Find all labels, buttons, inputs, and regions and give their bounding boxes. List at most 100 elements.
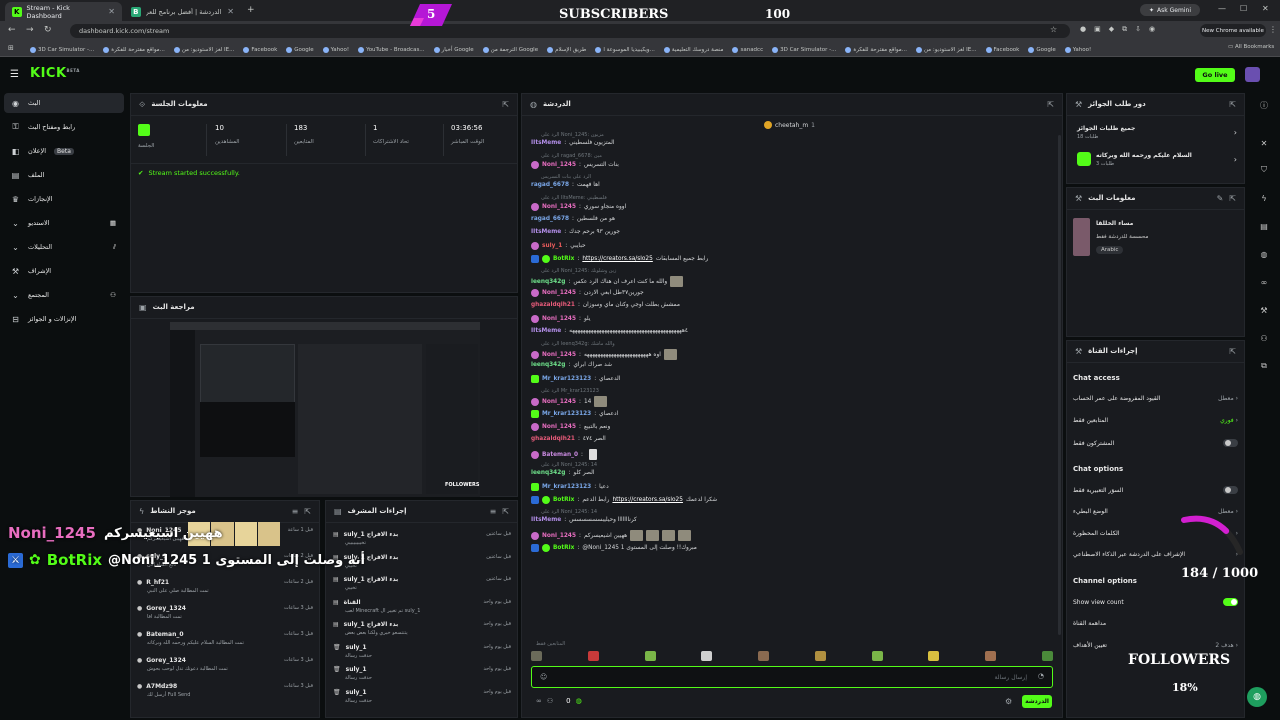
chat-message[interactable]: Noni_1245:14 bbox=[531, 396, 608, 407]
wrench-icon[interactable]: ⚒ bbox=[1256, 302, 1272, 318]
emote-picker-item[interactable] bbox=[644, 651, 656, 661]
account-age-row[interactable]: القيود المفروضة على عمر الحساب معطل › bbox=[1073, 395, 1238, 402]
bookmark-item[interactable]: منصة دروسك التعليمية bbox=[663, 44, 723, 55]
filter-icon[interactable]: ≡ bbox=[292, 507, 299, 516]
popout-icon[interactable]: ⇱ bbox=[304, 507, 311, 516]
chat-message[interactable]: Mr_krar123123: دعيا bbox=[531, 483, 609, 491]
bookmark-item[interactable]: لغز الاستوديو: من IE... bbox=[915, 44, 977, 55]
bookmark-item[interactable]: ويكيبيديا الموسوعة ا... bbox=[595, 44, 655, 55]
chat-username[interactable]: IItsMeme bbox=[531, 140, 561, 146]
bookmark-item[interactable]: Facebook bbox=[243, 44, 277, 55]
emote-picker-item[interactable] bbox=[1041, 651, 1053, 661]
chat-message[interactable]: IItsMeme: كرنااااااا وحيليبسسسسسس bbox=[531, 517, 637, 523]
chat-username[interactable]: leenq342g bbox=[531, 279, 565, 285]
lightning-icon[interactable]: ϟ bbox=[1256, 190, 1272, 206]
chat-username[interactable]: IItsMeme bbox=[531, 517, 561, 523]
chat-username[interactable]: Noni_1245 bbox=[542, 290, 576, 296]
chat-username[interactable]: Mr_krar123123 bbox=[542, 484, 591, 490]
bookmark-item[interactable]: 3D Car Simulator -... bbox=[30, 44, 94, 55]
view-count-toggle[interactable] bbox=[1223, 598, 1238, 606]
chat-message[interactable]: leenq342g: والله ما كنت اعرف ان هناك الرد… bbox=[531, 276, 684, 287]
extension-icon[interactable]: ▣ bbox=[1094, 25, 1101, 34]
filter-icon[interactable]: ≡ bbox=[490, 507, 497, 516]
bookmark-item[interactable]: طريق الإسلام bbox=[547, 44, 586, 55]
chat-username[interactable]: ghazaldqih21 bbox=[531, 302, 575, 308]
popout-icon[interactable]: ⇱ bbox=[502, 507, 509, 516]
followers-only-row[interactable]: المتابعين فقط فوري › bbox=[1073, 417, 1238, 424]
back-icon[interactable]: ← bbox=[8, 25, 16, 35]
refresh-icon[interactable]: ◍ bbox=[576, 697, 582, 705]
chat-message[interactable]: leenq342g: الصر كلو bbox=[531, 470, 594, 476]
popout-icon[interactable]: ⇱ bbox=[1047, 100, 1054, 109]
reply-reference[interactable]: الرد على Noni_1245: مزيون bbox=[541, 132, 604, 138]
chat-username[interactable]: IItsMeme bbox=[531, 328, 561, 334]
chat-message[interactable]: IItsMeme: جورين ٩٣ برحم جدك bbox=[531, 229, 620, 235]
bookmark-item[interactable]: Yahoo! bbox=[322, 44, 349, 55]
bookmark-item[interactable]: 3D Car Simulator -... bbox=[772, 44, 836, 55]
reply-reference[interactable]: الرد على Mr_krar123123 bbox=[541, 388, 599, 394]
chat-message[interactable]: Mr_krar123123: الدعصاي bbox=[531, 375, 620, 383]
chat-message[interactable]: IItsMeme:٤هههههههههههههههههههههههههههههه… bbox=[531, 328, 688, 334]
mod-action-row[interactable]: ▤ suly_1 بدء الافراج تخييي قبل ساعتين bbox=[333, 576, 511, 591]
subscribers-only-toggle[interactable] bbox=[1223, 439, 1238, 447]
chat-message[interactable]: Noni_1245: ههيين اشيعيسركم bbox=[531, 530, 692, 541]
close-window-icon[interactable]: ✕ bbox=[1262, 4, 1269, 13]
chat-message[interactable]: ghazaldqih21: الصر ٤٧٤ bbox=[531, 436, 606, 442]
avatar[interactable] bbox=[1245, 67, 1260, 82]
bookmark-item[interactable]: مواقع مقترحة للفكرة... bbox=[103, 44, 165, 55]
reload-icon[interactable]: ↻ bbox=[44, 25, 52, 35]
list-icon[interactable]: ▤ bbox=[1256, 218, 1272, 234]
bookmark-item[interactable]: Yahoo! bbox=[1064, 44, 1091, 55]
close-panel-icon[interactable]: ✕ bbox=[1256, 135, 1272, 151]
chrome-menu-icon[interactable]: ⋮ bbox=[1269, 25, 1277, 34]
chat-message[interactable]: BotRix: @Noni_1245 مبروك!! وصلت إلى المست… bbox=[531, 544, 697, 552]
bookmark-item[interactable]: sanadcc bbox=[732, 44, 763, 55]
bookmark-item[interactable]: مواقع مقترحة للفكرة... bbox=[845, 44, 907, 55]
popout-icon[interactable]: ⇱ bbox=[502, 100, 509, 109]
sidebar-item-studio[interactable]: ⌄ الاستديو ▦ bbox=[4, 213, 124, 233]
sidebar-item-achievements[interactable]: ♛ الإنجازات bbox=[4, 189, 124, 209]
chat-message[interactable]: leenq342g: شد صراك ابراي bbox=[531, 362, 612, 368]
profile-icon[interactable]: ◉ bbox=[1149, 25, 1155, 34]
chat-username[interactable]: leenq342g bbox=[531, 470, 565, 476]
chat-message[interactable]: Noni_1245: ونعم بالتبيع bbox=[531, 423, 610, 431]
chat-message[interactable]: IItsMeme: المتزيون فلسطيني bbox=[531, 140, 615, 146]
chat-username[interactable]: ragad_6678 bbox=[531, 182, 569, 188]
chat-username[interactable]: Noni_1245 bbox=[542, 424, 576, 430]
sidebar-item-analytics[interactable]: ⌄ التحليلات ⫽ bbox=[4, 237, 124, 257]
all-bookmarks-link[interactable]: ▭ All Bookmarks bbox=[1228, 44, 1274, 50]
sidebar-item-moderation[interactable]: ⚒ الإشراف bbox=[4, 261, 124, 281]
popout-icon[interactable]: ⇱ bbox=[1229, 347, 1236, 356]
pinned-user[interactable]: cheetah_m 1 bbox=[764, 121, 815, 129]
goals-row[interactable]: تعيين الأهداف هدف 2 › bbox=[1073, 642, 1238, 649]
reply-reference[interactable]: الرد على بنات التسريس bbox=[541, 174, 591, 180]
close-tab-icon[interactable]: ✕ bbox=[108, 7, 115, 16]
bookmark-item[interactable]: YouTube - Broadcas... bbox=[358, 44, 425, 55]
go-live-button[interactable]: Go live bbox=[1195, 68, 1235, 82]
send-chat-button[interactable]: الدردشة bbox=[1022, 695, 1052, 708]
new-tab-icon[interactable]: + bbox=[247, 5, 255, 15]
chat-username[interactable]: IItsMeme bbox=[531, 229, 561, 235]
chat-username[interactable]: BotRix bbox=[553, 256, 574, 262]
url-input[interactable]: dashboard.kick.com/stream bbox=[70, 24, 1070, 38]
sidebar-item-drops[interactable]: ⊟ الإنزالات و الجوائز bbox=[4, 309, 124, 329]
chat-message[interactable]: Noni_1245: جورين٣٧طل ابغي الاردن bbox=[531, 289, 644, 297]
chat-username[interactable]: BotRix bbox=[553, 497, 574, 503]
emote-picker-item[interactable] bbox=[871, 651, 883, 661]
reward-row[interactable]: السلام عليكم ورحمه الله وبركاته طلبات 3 … bbox=[1077, 152, 1237, 167]
emote-only-toggle[interactable] bbox=[1223, 486, 1238, 494]
mod-action-row[interactable]: 🗑 suly_1 حذفت رسالة قبل يوم واحد bbox=[333, 666, 511, 681]
sidebar-item-profile[interactable]: ▤ الملف bbox=[4, 165, 124, 185]
chat-username[interactable]: Noni_1245 bbox=[542, 533, 576, 539]
chat-input[interactable]: ☺ إرسال رسالة ◔ bbox=[531, 666, 1053, 688]
users-icon[interactable]: ⚇ bbox=[547, 697, 553, 705]
chat-bubble-icon[interactable]: ◍ bbox=[1256, 246, 1272, 262]
browser-tab-botrix[interactable]: B بوت الدردشة | أفضل برنامج للعر... ✕ bbox=[124, 2, 241, 21]
help-chat-icon[interactable]: ◍ bbox=[1247, 687, 1267, 707]
bookmark-item[interactable]: أخبار Google bbox=[433, 44, 474, 55]
chat-username[interactable]: leenq342g bbox=[531, 362, 565, 368]
menu-icon[interactable]: ☰ bbox=[10, 69, 19, 80]
sidebar-item-community[interactable]: ⌄ المجتمع ⚇ bbox=[4, 285, 124, 305]
emote-picker-item[interactable] bbox=[531, 651, 542, 661]
chat-message[interactable]: Noni_1245: بنات التسريس bbox=[531, 161, 619, 169]
